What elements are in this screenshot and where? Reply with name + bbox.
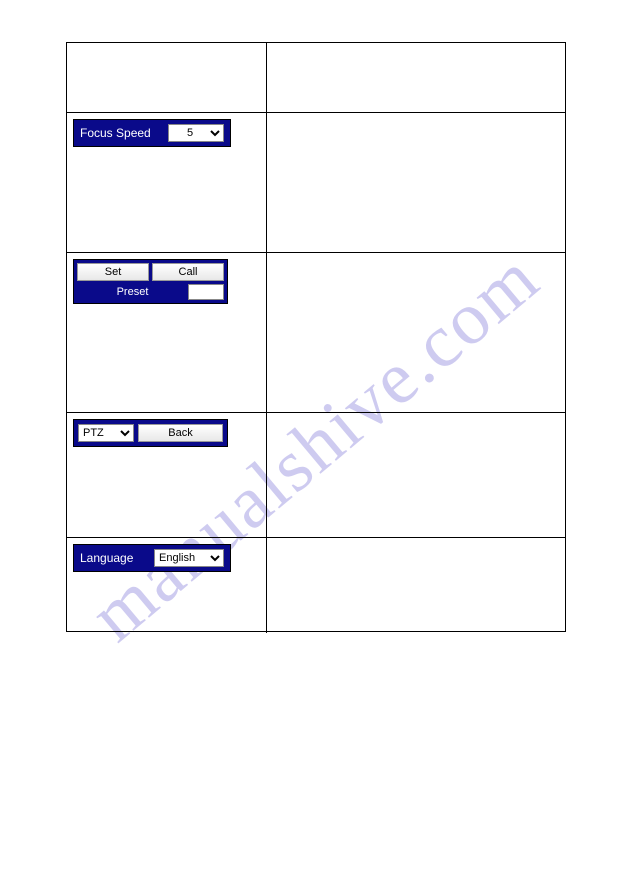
row-focus-speed: Focus Speed 5: [67, 113, 565, 253]
settings-table: Focus Speed 5 Set Call Preset: [66, 42, 566, 632]
ptz-mode-select[interactable]: PTZ: [78, 424, 134, 442]
focus-speed-panel: Focus Speed 5: [73, 119, 231, 147]
language-select[interactable]: English: [154, 549, 224, 567]
back-button[interactable]: Back: [138, 424, 223, 442]
preset-panel: Set Call Preset: [73, 259, 228, 304]
focus-speed-label: Focus Speed: [80, 126, 151, 140]
focus-speed-select[interactable]: 5: [168, 124, 224, 142]
language-panel: Language English: [73, 544, 231, 572]
language-label: Language: [80, 551, 133, 565]
preset-input[interactable]: [188, 284, 224, 300]
call-button[interactable]: Call: [152, 263, 224, 281]
row-empty-top: [67, 43, 565, 113]
row-language: Language English: [67, 538, 565, 633]
preset-label: Preset: [77, 286, 188, 298]
row-preset: Set Call Preset: [67, 253, 565, 413]
set-button[interactable]: Set: [77, 263, 149, 281]
ptz-panel: PTZ Back: [73, 419, 228, 447]
row-ptz: PTZ Back: [67, 413, 565, 538]
